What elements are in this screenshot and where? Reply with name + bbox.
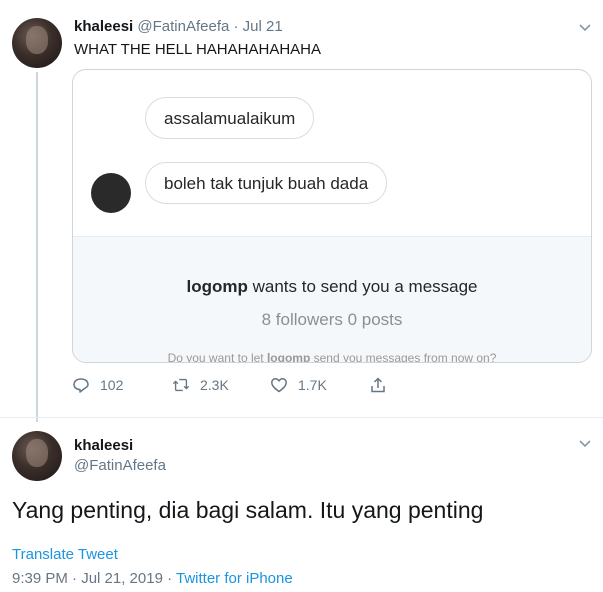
request-title: logomp wants to send you a message <box>73 277 591 297</box>
handle[interactable]: @FatinAfeefa <box>74 457 166 474</box>
avatar[interactable] <box>12 18 62 68</box>
message-bubble: assalamualaikum <box>145 97 315 139</box>
handle[interactable]: @FatinAfeefa <box>137 18 229 35</box>
divider <box>0 417 603 418</box>
tweet-timestamp: 9:39 PM · Jul 21, 2019 · Twitter for iPh… <box>12 570 293 587</box>
retweet-count: 2.3K <box>200 377 229 393</box>
tweet-header: khaleesi @FatinAfeefa · Jul 21 <box>74 18 283 35</box>
reply-icon <box>73 378 89 393</box>
like-button[interactable]: 1.7K <box>270 376 327 394</box>
chevron-down-icon[interactable] <box>578 436 592 453</box>
tweet-time[interactable]: · Jul 21 <box>234 18 283 35</box>
request-text: wants to send you a message <box>247 277 478 296</box>
source-link[interactable]: Twitter for iPhone <box>176 570 293 587</box>
reply-button[interactable]: 102 <box>72 376 123 394</box>
message-bubble: boleh tak tunjuk buah dada <box>145 162 388 204</box>
prompt-prefix: Do you want to let <box>167 351 267 363</box>
reply-count: 102 <box>100 377 124 393</box>
timestamp-text[interactable]: 9:39 PM · Jul 21, 2019 · <box>12 570 176 587</box>
tweet-text: Yang penting, dia bagi salam. Itu yang p… <box>12 497 484 523</box>
share-icon <box>371 377 385 393</box>
retweet-button[interactable]: 2.3K <box>172 376 229 394</box>
message-request-panel: logomp wants to send you a message 8 fol… <box>73 236 591 363</box>
request-stats: 8 followers 0 posts <box>261 310 403 329</box>
prompt-user: logomp <box>266 351 311 363</box>
avatar[interactable] <box>12 431 62 481</box>
heart-icon <box>271 378 287 393</box>
sender-avatar <box>91 173 131 213</box>
prompt-suffix: send you messages from now on? <box>310 351 497 363</box>
request-prompt: Do you want to let logomp send you messa… <box>73 351 591 363</box>
share-button[interactable] <box>369 376 387 394</box>
translate-tweet-link[interactable]: Translate Tweet <box>12 546 118 563</box>
display-name[interactable]: khaleesi <box>74 437 133 454</box>
thread-line <box>36 72 38 422</box>
request-user: logomp <box>186 277 248 296</box>
retweet-icon <box>172 378 190 392</box>
tweet-media[interactable]: assalamualaikum boleh tak tunjuk buah da… <box>72 69 592 363</box>
tweet-text: WHAT THE HELL HAHAHAHAHAHA <box>74 41 321 58</box>
chevron-down-icon[interactable] <box>578 20 592 37</box>
like-count: 1.7K <box>298 377 327 393</box>
display-name[interactable]: khaleesi <box>74 18 133 35</box>
